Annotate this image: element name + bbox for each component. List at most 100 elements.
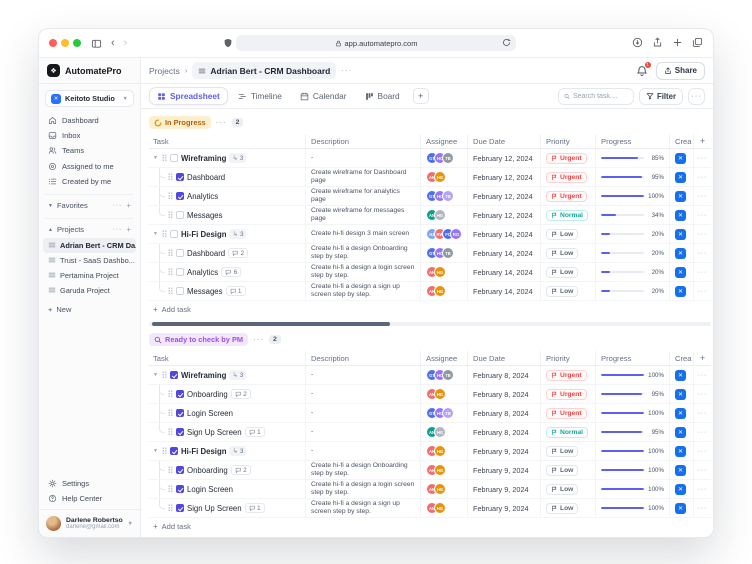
drag-handle-icon[interactable] — [168, 192, 173, 200]
sidebar-item-dashboard[interactable]: Dashboard — [43, 113, 136, 128]
task-checkbox[interactable] — [170, 447, 178, 455]
row-menu-icon[interactable]: ··· — [694, 461, 711, 479]
minimize-window-button[interactable] — [61, 39, 69, 47]
drag-handle-icon[interactable] — [168, 409, 173, 417]
row-menu-icon[interactable]: ··· — [694, 423, 711, 441]
group-status-badge[interactable]: In Progress — [149, 116, 211, 129]
toggle-sidebar-icon[interactable] — [91, 38, 102, 49]
section-menu-icon[interactable]: ··· — [112, 226, 122, 233]
add-task-button[interactable]: + Add task — [149, 301, 711, 317]
expand-chevron-icon[interactable]: ▼ — [153, 448, 159, 454]
shield-icon[interactable] — [223, 38, 233, 48]
row-menu-icon[interactable]: ··· — [694, 480, 711, 498]
tab-spreadsheet[interactable]: Spreadsheet — [149, 87, 228, 105]
drag-handle-icon[interactable] — [168, 268, 173, 276]
table-row[interactable]: ▼ Analytics Create wireframe for analyti… — [149, 187, 711, 206]
add-column-button[interactable]: + — [694, 134, 711, 148]
task-checkbox[interactable] — [170, 230, 178, 238]
sidebar-project-item[interactable]: Garuda Project — [43, 283, 136, 298]
table-row[interactable]: ▼ Onboarding 2 Create hi-fi a design Onb… — [149, 461, 711, 480]
notifications-button[interactable]: 1 — [636, 65, 648, 77]
drag-handle-icon[interactable] — [168, 485, 173, 493]
row-menu-icon[interactable]: ··· — [694, 282, 711, 300]
task-checkbox[interactable] — [170, 371, 178, 379]
sidebar-section-projects[interactable]: ▲Projects···+ — [39, 223, 140, 237]
search-box[interactable] — [558, 88, 634, 105]
sidebar-project-item[interactable]: Trust - SaaS Dashbo... — [43, 253, 136, 268]
group-menu-icon[interactable]: ··· — [216, 118, 227, 127]
filter-button[interactable]: Filter — [639, 88, 683, 105]
back-icon[interactable]: ‹ — [111, 38, 115, 49]
row-menu-icon[interactable]: ··· — [694, 499, 711, 517]
toolbar-more-button[interactable]: ··· — [688, 88, 705, 105]
expand-chevron-icon[interactable]: ▼ — [153, 155, 159, 161]
table-row[interactable]: ▼ Hi-Fi Design ↳ 3 Create hi-fi design 3… — [149, 225, 711, 244]
drag-handle-icon[interactable] — [168, 211, 173, 219]
task-badge[interactable]: 1 — [245, 503, 265, 513]
task-checkbox[interactable] — [170, 154, 178, 162]
task-badge[interactable]: 2 — [231, 389, 251, 399]
title-menu-icon[interactable]: ··· — [341, 66, 352, 75]
table-row[interactable]: ▼ Dashboard 2 Create hi-fi a design Onbo… — [149, 244, 711, 263]
row-menu-icon[interactable]: ··· — [694, 149, 711, 167]
page-title[interactable]: Adrian Bert - CRM Dashboard — [192, 62, 336, 79]
table-row[interactable]: ▼ Analytics 6 Create hi-fi a design a lo… — [149, 263, 711, 282]
user-card[interactable]: Darlene Robertson darlene@gmail.com ▼ — [39, 509, 140, 537]
url-bar[interactable]: app.automatepro.com — [236, 35, 516, 51]
tab-overview-icon[interactable] — [692, 37, 703, 48]
section-menu-icon[interactable]: ··· — [112, 202, 122, 209]
group-menu-icon[interactable]: ··· — [253, 335, 264, 344]
row-menu-icon[interactable]: ··· — [694, 263, 711, 281]
task-checkbox[interactable] — [176, 268, 184, 276]
drag-handle-icon[interactable] — [162, 447, 167, 455]
task-checkbox[interactable] — [176, 249, 184, 257]
task-badge[interactable]: ↳ 3 — [229, 370, 246, 380]
breadcrumb-projects[interactable]: Projects — [149, 66, 180, 76]
sidebar-item-teams[interactable]: Teams — [43, 143, 136, 158]
task-checkbox[interactable] — [176, 173, 184, 181]
new-project-button[interactable]: + New — [48, 305, 131, 314]
task-badge[interactable]: 1 — [226, 286, 246, 296]
add-view-button[interactable]: + — [413, 88, 429, 104]
tab-calendar[interactable]: Calendar — [292, 87, 355, 105]
task-checkbox[interactable] — [176, 504, 184, 512]
share-page-icon[interactable] — [652, 37, 663, 48]
task-badge[interactable]: ↳ 3 — [229, 153, 246, 163]
task-checkbox[interactable] — [176, 428, 184, 436]
task-badge[interactable]: 2 — [228, 248, 248, 258]
row-menu-icon[interactable]: ··· — [694, 168, 711, 186]
task-badge[interactable]: 1 — [245, 427, 265, 437]
task-badge[interactable]: ↳ 3 — [229, 229, 246, 239]
downloads-icon[interactable] — [632, 37, 643, 48]
drag-handle-icon[interactable] — [168, 466, 173, 474]
table-row[interactable]: ▼ Hi-Fi Design ↳ 3 - ANHG February 9, 20… — [149, 442, 711, 461]
refresh-icon[interactable] — [502, 38, 511, 47]
sidebar-item-help-center[interactable]: Help Center — [43, 491, 136, 506]
task-badge[interactable]: ↳ 3 — [229, 446, 246, 456]
row-menu-icon[interactable]: ··· — [694, 404, 711, 422]
task-checkbox[interactable] — [176, 466, 184, 474]
row-menu-icon[interactable]: ··· — [694, 366, 711, 384]
drag-handle-icon[interactable] — [168, 504, 173, 512]
drag-handle-icon[interactable] — [168, 428, 173, 436]
forward-icon[interactable]: › — [124, 38, 128, 49]
row-menu-icon[interactable]: ··· — [694, 442, 711, 460]
expand-chevron-icon[interactable]: ▼ — [153, 372, 159, 378]
table-row[interactable]: ▼ Dashboard Create wireframe for Dashboa… — [149, 168, 711, 187]
zoom-window-button[interactable] — [73, 39, 81, 47]
drag-handle-icon[interactable] — [168, 173, 173, 181]
sidebar-item-created-by-me[interactable]: Created by me — [43, 174, 136, 189]
drag-handle-icon[interactable] — [168, 249, 173, 257]
new-tab-icon[interactable] — [672, 37, 683, 48]
tab-timeline[interactable]: Timeline — [230, 87, 290, 105]
task-checkbox[interactable] — [176, 287, 184, 295]
app-logo[interactable]: ❖ AutomatePro — [39, 58, 140, 84]
share-button[interactable]: Share — [656, 62, 705, 80]
task-checkbox[interactable] — [176, 409, 184, 417]
table-row[interactable]: ▼ Sign Up Screen 1 - ANHG February 8, 20… — [149, 423, 711, 442]
table-row[interactable]: ▼ Wireframing ↳ 3 - GTHCTB February 8, 2… — [149, 366, 711, 385]
drag-handle-icon[interactable] — [162, 371, 167, 379]
table-row[interactable]: ▼ Messages Create wireframe for messages… — [149, 206, 711, 225]
workspace-selector[interactable]: ✕ Keitoto Studio ▼ — [45, 90, 134, 107]
sidebar-item-inbox[interactable]: Inbox — [43, 128, 136, 143]
